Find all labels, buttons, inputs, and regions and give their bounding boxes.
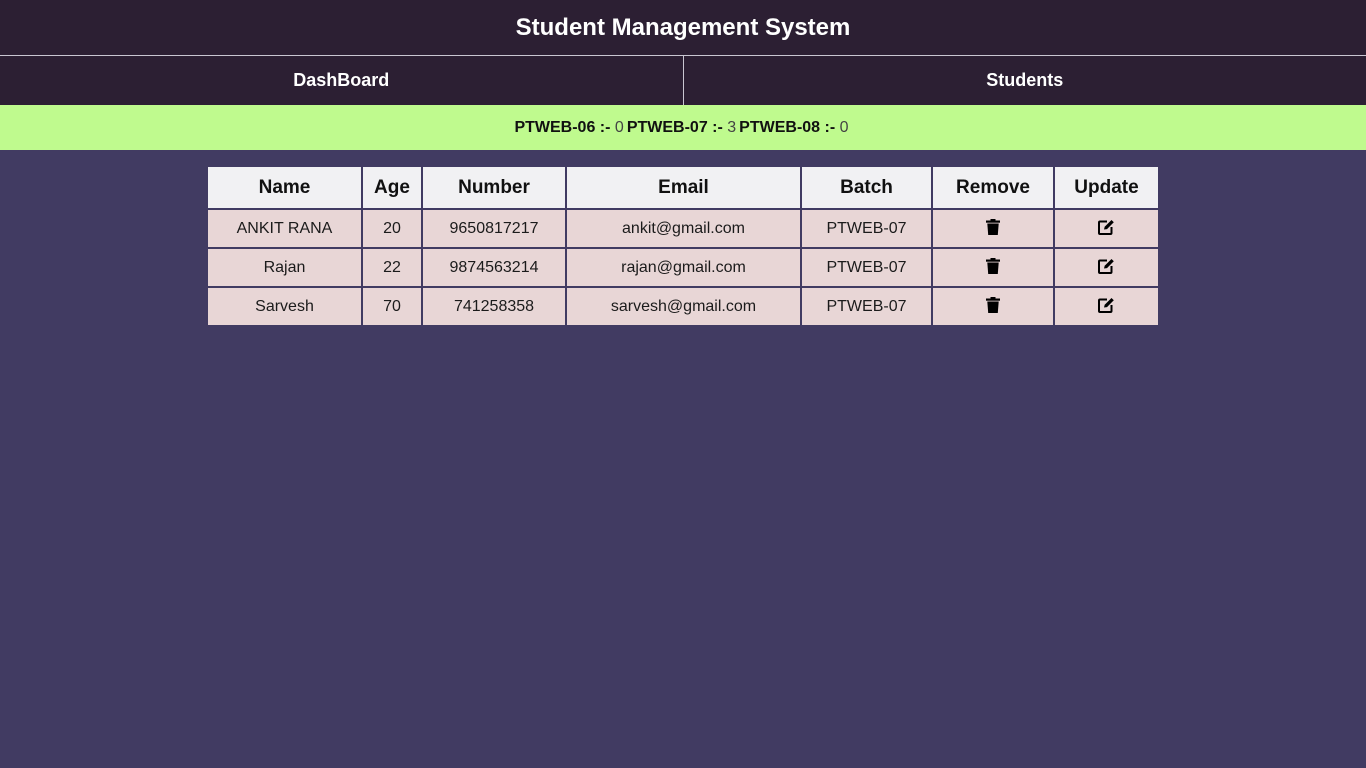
cell-email: ankit@gmail.com	[565, 208, 802, 249]
trash-icon[interactable]	[983, 256, 1003, 276]
batch-summary-bar: PTWEB-06 :- 0 PTWEB-07 :- 3 PTWEB-08 :- …	[0, 105, 1366, 150]
edit-icon[interactable]	[1097, 295, 1117, 315]
batch-count: 3	[727, 118, 737, 136]
column-header-remove: Remove	[931, 165, 1055, 210]
table-row: Sarvesh 70 741258358 sarvesh@gmail.com P…	[206, 286, 1160, 327]
main-nav: DashBoard Students	[0, 56, 1366, 105]
cell-update	[1053, 247, 1160, 288]
cell-batch: PTWEB-07	[800, 208, 933, 249]
cell-remove	[931, 247, 1055, 288]
cell-name: Rajan	[206, 247, 363, 288]
cell-age: 70	[361, 286, 423, 327]
edit-icon[interactable]	[1097, 217, 1117, 237]
column-header-batch: Batch	[800, 165, 933, 210]
cell-number: 9874563214	[421, 247, 567, 288]
cell-update	[1053, 286, 1160, 327]
cell-batch: PTWEB-07	[800, 247, 933, 288]
students-table-container: Name Age Number Email Batch Remove Updat…	[0, 165, 1366, 327]
trash-icon[interactable]	[983, 217, 1003, 237]
batch-label: PTWEB-06 :-	[514, 118, 611, 136]
cell-age: 20	[361, 208, 423, 249]
table-row: Rajan 22 9874563214 rajan@gmail.com PTWE…	[206, 247, 1160, 288]
batch-count: 0	[839, 118, 849, 136]
nav-dashboard[interactable]: DashBoard	[0, 56, 684, 105]
batch-stat-ptweb-07: PTWEB-07 :- 3	[627, 119, 736, 137]
cell-name: ANKIT RANA	[206, 208, 363, 249]
cell-number: 9650817217	[421, 208, 567, 249]
cell-remove	[931, 286, 1055, 327]
students-table: Name Age Number Email Batch Remove Updat…	[206, 165, 1160, 327]
app-header: Student Management System	[0, 0, 1366, 56]
edit-icon[interactable]	[1097, 256, 1117, 276]
cell-update	[1053, 208, 1160, 249]
cell-age: 22	[361, 247, 423, 288]
batch-stat-ptweb-08: PTWEB-08 :- 0	[739, 119, 848, 137]
page-title: Student Management System	[515, 13, 851, 41]
cell-name: Sarvesh	[206, 286, 363, 327]
cell-email: sarvesh@gmail.com	[565, 286, 802, 327]
column-header-name: Name	[206, 165, 363, 210]
cell-batch: PTWEB-07	[800, 286, 933, 327]
cell-number: 741258358	[421, 286, 567, 327]
cell-email: rajan@gmail.com	[565, 247, 802, 288]
batch-stat-ptweb-06: PTWEB-06 :- 0	[514, 119, 623, 137]
column-header-number: Number	[421, 165, 567, 210]
nav-students[interactable]: Students	[684, 56, 1366, 105]
column-header-update: Update	[1053, 165, 1160, 210]
column-header-age: Age	[361, 165, 423, 210]
batch-label: PTWEB-07 :-	[626, 118, 723, 136]
table-row: ANKIT RANA 20 9650817217 ankit@gmail.com…	[206, 208, 1160, 249]
batch-count: 0	[614, 118, 624, 136]
trash-icon[interactable]	[983, 295, 1003, 315]
column-header-email: Email	[565, 165, 802, 210]
cell-remove	[931, 208, 1055, 249]
batch-label: PTWEB-08 :-	[739, 118, 836, 136]
table-header-row: Name Age Number Email Batch Remove Updat…	[206, 165, 1160, 210]
